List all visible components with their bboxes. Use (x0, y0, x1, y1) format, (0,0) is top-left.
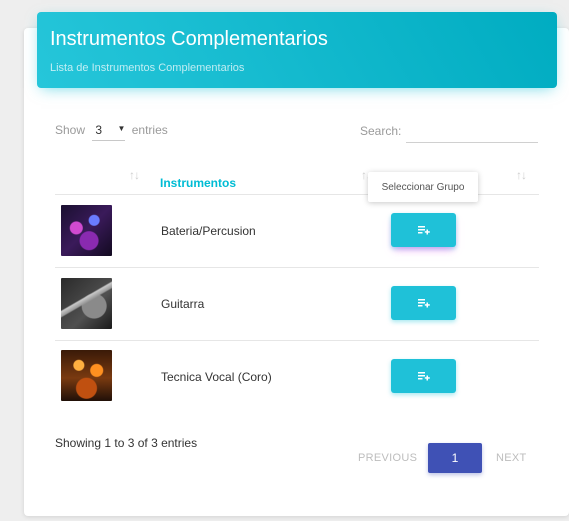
sort-icon[interactable]: ↑↓ (516, 168, 527, 182)
instrument-name: Guitarra (161, 297, 205, 311)
length-control: Show 3 ▼ entries (55, 121, 168, 141)
sort-icon[interactable]: ↑↓ (129, 168, 140, 182)
page-button-1[interactable]: 1 (428, 443, 482, 473)
row-divider (55, 340, 539, 341)
entries-select[interactable]: 3 ▼ (92, 121, 126, 141)
playlist-add-icon (417, 372, 430, 381)
search-input[interactable] (406, 118, 538, 143)
card-subtitle: Lista de Instrumentos Complementarios (50, 62, 245, 74)
instrument-name: Tecnica Vocal (Coro) (161, 370, 272, 384)
search-label: Search: (360, 124, 402, 138)
playlist-add-icon (417, 299, 430, 308)
length-suffix: entries (131, 123, 168, 137)
row-divider (55, 267, 539, 268)
instrument-name: Bateria/Percusion (161, 224, 256, 238)
next-button[interactable]: NEXT (496, 452, 527, 464)
card-header: Instrumentos Complementarios Lista de In… (37, 12, 557, 88)
entries-select-value: 3 (95, 123, 103, 137)
instrument-thumbnail (61, 278, 112, 329)
previous-button[interactable]: PREVIOUS (358, 452, 417, 464)
tooltip: Seleccionar Grupo (368, 172, 478, 202)
select-group-button[interactable] (391, 286, 456, 320)
select-group-button[interactable] (391, 359, 456, 393)
playlist-add-icon (417, 226, 430, 235)
card-title: Instrumentos Complementarios (50, 28, 328, 50)
select-group-button[interactable] (391, 213, 456, 247)
column-header-instrumentos[interactable]: Instrumentos (160, 176, 236, 190)
instrument-thumbnail (61, 205, 112, 256)
caret-down-icon: ▼ (117, 124, 126, 133)
instrument-thumbnail (61, 350, 112, 401)
length-prefix: Show (55, 123, 86, 137)
table-info: Showing 1 to 3 of 3 entries (55, 436, 198, 450)
